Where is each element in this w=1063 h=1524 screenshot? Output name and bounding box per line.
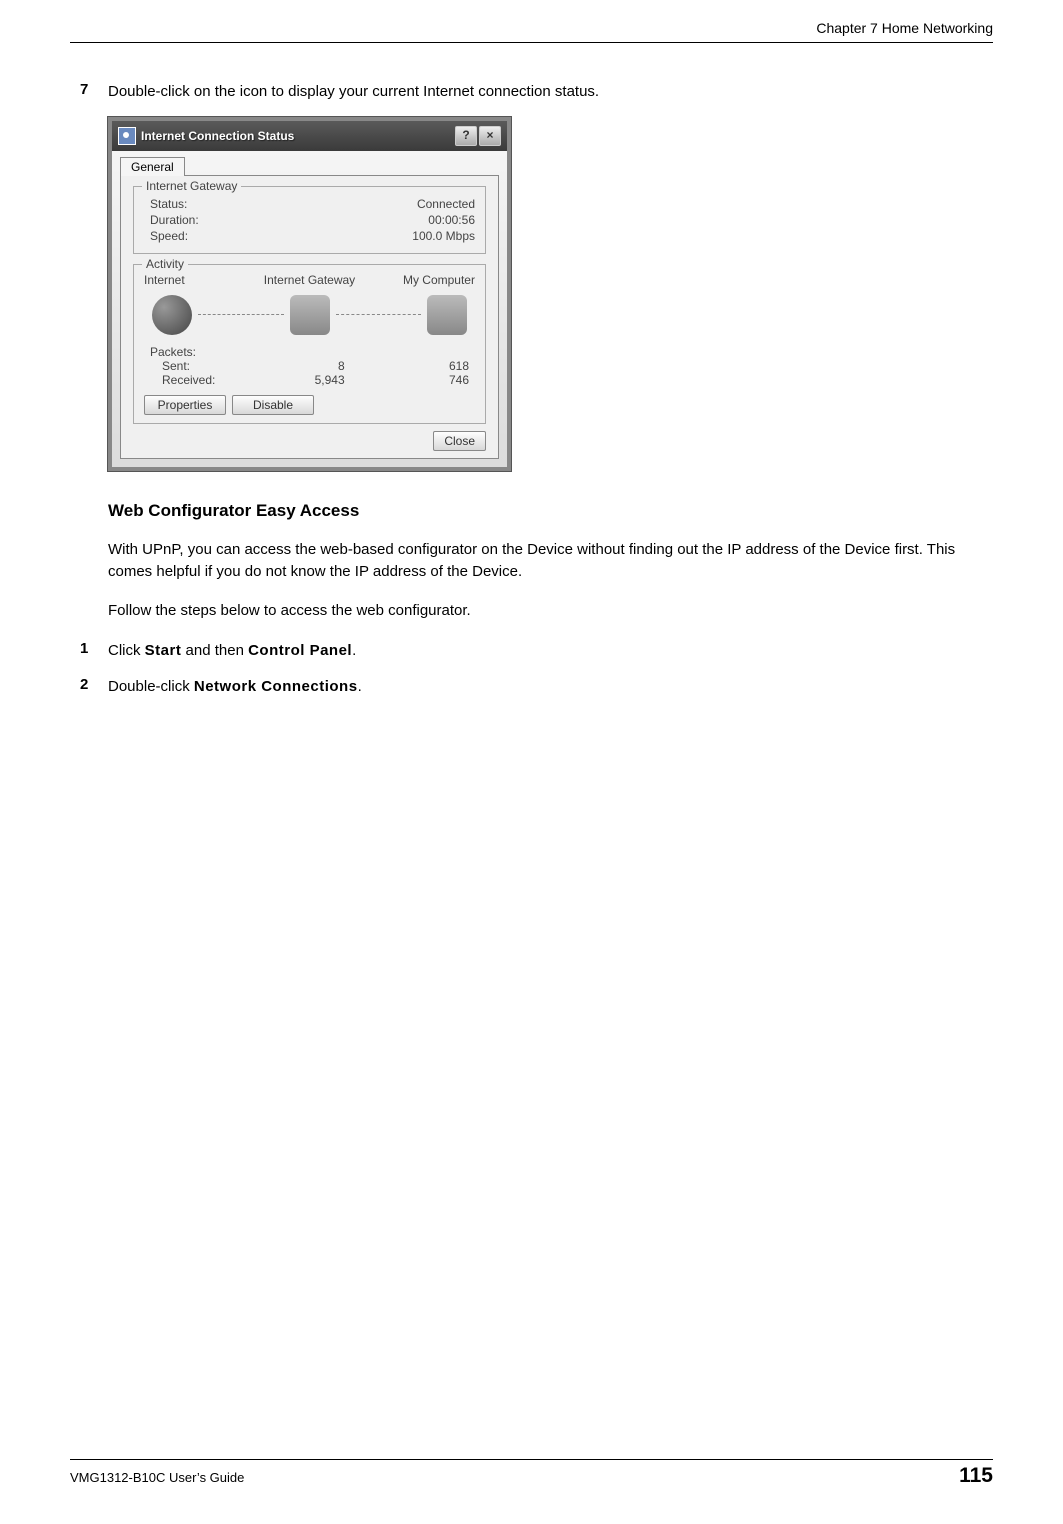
tab-general[interactable]: General (120, 157, 185, 176)
disable-button[interactable]: Disable (232, 395, 314, 415)
received-computer-value: 746 (365, 373, 475, 387)
step-1-text: Click Start and then Control Panel. (108, 640, 983, 662)
activity-col-mycomputer: My Computer (365, 273, 475, 287)
paragraph-follow-steps: Follow the steps below to access the web… (108, 600, 983, 622)
help-button[interactable]: ? (455, 126, 477, 146)
group-internet-gateway-label: Internet Gateway (142, 179, 241, 193)
step-7-text: Double-click on the icon to display your… (108, 81, 983, 103)
footer-page-number: 115 (959, 1464, 993, 1488)
dialog-titlebar: Internet Connection Status ? × (112, 121, 507, 151)
step-1-number: 1 (80, 640, 108, 662)
received-gateway-value: 5,943 (254, 373, 364, 387)
sent-label: Sent: (144, 359, 254, 373)
properties-button[interactable]: Properties (144, 395, 226, 415)
step-2-text: Double-click Network Connections. (108, 676, 983, 698)
footer-guide-title: VMG1312-B10C User’s Guide (70, 1470, 244, 1485)
sent-gateway-value: 8 (254, 359, 364, 373)
step-1-kw-controlpanel: Control Panel (248, 642, 352, 659)
connection-line-icon (336, 314, 422, 315)
footer-rule (70, 1459, 993, 1460)
subheading-web-configurator: Web Configurator Easy Access (108, 501, 983, 521)
speed-label: Speed: (144, 229, 188, 243)
received-label: Received: (144, 373, 254, 387)
packets-label: Packets: (144, 345, 254, 359)
group-activity-label: Activity (142, 257, 188, 271)
step-1-post: . (352, 642, 356, 659)
computer-icon (427, 295, 467, 335)
speed-value: 100.0 Mbps (412, 229, 475, 243)
connection-line-icon (198, 314, 284, 315)
activity-col-gateway: Internet Gateway (254, 273, 364, 287)
globe-icon (152, 295, 192, 335)
gateway-icon (290, 295, 330, 335)
chapter-header: Chapter 7 Home Networking (70, 20, 993, 36)
step-2-number: 2 (80, 676, 108, 698)
screenshot-internet-connection-status: Internet Connection Status ? × General I… (108, 117, 983, 471)
activity-col-internet: Internet (144, 273, 254, 287)
close-x-button[interactable]: × (479, 126, 501, 146)
step-7-number: 7 (80, 81, 108, 103)
duration-label: Duration: (144, 213, 199, 227)
step-1-pre: Click (108, 642, 145, 659)
dialog-title: Internet Connection Status (141, 129, 455, 143)
step-1-mid: and then (181, 642, 248, 659)
status-value: Connected (417, 197, 475, 211)
step-1-kw-start: Start (145, 642, 182, 659)
dialog-title-icon (118, 127, 136, 145)
paragraph-upnp-description: With UPnP, you can access the web-based … (108, 539, 983, 583)
sent-computer-value: 618 (365, 359, 475, 373)
step-2-pre: Double-click (108, 678, 194, 695)
close-button[interactable]: Close (433, 431, 486, 451)
status-label: Status: (144, 197, 187, 211)
step-2-kw-networkconnections: Network Connections (194, 678, 358, 695)
step-2-post: . (358, 678, 362, 695)
duration-value: 00:00:56 (428, 213, 475, 227)
